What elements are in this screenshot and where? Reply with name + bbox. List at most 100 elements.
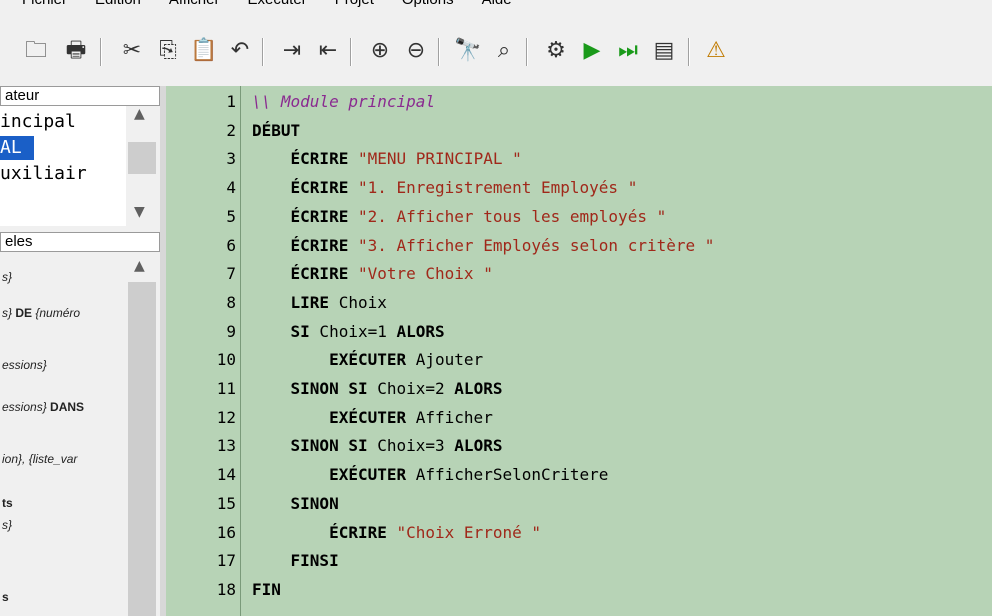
- template-list-scrollbar[interactable]: ▲: [126, 252, 158, 616]
- menu-item-5[interactable]: Options: [402, 0, 454, 8]
- paste-icon[interactable]: 📋: [190, 37, 218, 65]
- code-line[interactable]: 13 SINON SI Choix=3 ALORS: [166, 432, 992, 459]
- scroll-thumb[interactable]: [128, 282, 156, 616]
- token-id: [252, 379, 291, 398]
- menu-item-1[interactable]: Édition: [95, 0, 141, 8]
- list1-header: ateur: [0, 86, 160, 106]
- menu-item-0[interactable]: Fichier: [22, 0, 67, 8]
- module-list-item[interactable]: AL: [0, 136, 34, 160]
- line-number: 17: [216, 551, 236, 571]
- code-line[interactable]: 9 SI Choix=1 ALORS: [166, 318, 992, 345]
- scroll-thumb[interactable]: [128, 142, 156, 174]
- code-line[interactable]: 4 ÉCRIRE "1. Enregistrement Employés ": [166, 174, 992, 201]
- step-icon[interactable]: ⏭: [614, 37, 642, 65]
- code-text: SINON: [252, 490, 339, 517]
- token-id: Choix=3: [367, 436, 455, 456]
- token-id: [348, 236, 358, 255]
- template-list-item[interactable]: s}: [2, 270, 12, 284]
- code-text: \\ Module principal: [252, 88, 435, 115]
- menu-item-6[interactable]: Aide: [482, 0, 512, 8]
- code-text: SINON SI Choix=2 ALORS: [252, 375, 503, 402]
- cut-icon[interactable]: ✂: [118, 37, 146, 65]
- module-list-scrollbar[interactable]: ▲ ▼: [126, 106, 158, 226]
- line-number: 7: [226, 264, 236, 284]
- code-editor[interactable]: 1 \\ Module principal 2 DÉBUT 3 ÉCRIRE "MENU…: [166, 86, 992, 616]
- code-line[interactable]: 7 ÉCRIRE "Votre Choix ": [166, 260, 992, 287]
- outdent-icon[interactable]: ⇤: [314, 37, 342, 65]
- module-list[interactable]: incipal AL uxiliair: [0, 106, 126, 226]
- line-number: 4: [226, 178, 236, 198]
- template-list-item[interactable]: s: [2, 590, 9, 604]
- code-line[interactable]: 17 FINSI: [166, 547, 992, 574]
- code-line[interactable]: 10 EXÉCUTER Ajouter: [166, 346, 992, 373]
- code-line[interactable]: 8 LIRE Choix: [166, 289, 992, 316]
- template-keyword: DE: [15, 306, 33, 320]
- code-line[interactable]: 6 ÉCRIRE "3. Afficher Employés selon cri…: [166, 232, 992, 259]
- open-folder-icon[interactable]: 🗀: [22, 37, 50, 65]
- run-icon[interactable]: ▶: [578, 37, 606, 65]
- menu-item-4[interactable]: Projet: [335, 0, 374, 8]
- print-icon[interactable]: 🖶: [62, 37, 90, 65]
- code-text: ÉCRIRE "Votre Choix ": [252, 260, 493, 287]
- token-id: [252, 322, 291, 341]
- module-list-item[interactable]: uxiliair: [0, 162, 87, 186]
- code-text: FINSI: [252, 547, 339, 574]
- code-line[interactable]: 11 SINON SI Choix=2 ALORS: [166, 375, 992, 402]
- line-number: 6: [226, 235, 236, 255]
- scroll-down-icon[interactable]: ▼: [134, 204, 145, 220]
- code-text: EXÉCUTER Ajouter: [252, 346, 483, 373]
- toolbar-separator: [100, 38, 102, 66]
- template-list-item[interactable]: s} DE {numéro: [2, 306, 80, 320]
- token-cmt: \\ Module principal: [252, 92, 436, 111]
- toolbar-separator: [262, 38, 264, 66]
- template-text: essions}: [2, 400, 51, 414]
- template-list-item[interactable]: essions}: [2, 358, 47, 372]
- template-list[interactable]: s} s} DE {numéro essions} essions} DANS ion}…: [0, 252, 126, 616]
- token-str: "1. Enregistrement Employés ": [357, 178, 638, 198]
- template-list-item[interactable]: essions} DANS: [2, 400, 84, 414]
- indent-icon[interactable]: ⇥: [278, 37, 306, 65]
- code-line[interactable]: 5 ÉCRIRE "2. Afficher tous les employés …: [166, 203, 992, 230]
- token-kw: ALORS: [454, 379, 503, 398]
- compile-icon[interactable]: ⚙: [542, 37, 570, 65]
- replace-icon[interactable]: ⌕: [490, 37, 518, 65]
- template-text: s}: [2, 306, 16, 320]
- template-list-item[interactable]: ion}, {liste_var: [2, 452, 77, 466]
- token-id: [252, 149, 291, 168]
- menu-item-3[interactable]: Exécuter: [247, 0, 306, 8]
- code-text: ÉCRIRE "Choix Erroné ": [252, 519, 541, 546]
- token-kw: EXÉCUTER: [329, 407, 407, 427]
- menu-item-2[interactable]: Afficher: [169, 0, 220, 8]
- module-list-item[interactable]: incipal: [0, 110, 76, 134]
- code-line[interactable]: 16 ÉCRIRE "Choix Erroné ": [166, 519, 992, 546]
- find-icon[interactable]: 🔭: [454, 37, 482, 65]
- help-icon[interactable]: ⚠: [702, 37, 730, 65]
- token-kw: SINON: [290, 493, 339, 513]
- toolbar-separator: [526, 38, 528, 66]
- code-line[interactable]: 3 ÉCRIRE "MENU PRINCIPAL ": [166, 145, 992, 172]
- template-list-item[interactable]: s}: [2, 518, 12, 532]
- code-line[interactable]: 14 EXÉCUTER AfficherSelonCritere: [166, 461, 992, 488]
- undo-icon[interactable]: ↶: [226, 37, 254, 65]
- token-kw: ÉCRIRE: [290, 235, 349, 255]
- zoom-in-icon[interactable]: ⊕: [366, 37, 394, 65]
- token-kw: SINON SI: [290, 436, 368, 456]
- scroll-up-icon[interactable]: ▲: [134, 106, 145, 122]
- code-line[interactable]: 18 FIN: [166, 576, 992, 603]
- code-text: EXÉCUTER Afficher: [252, 404, 493, 431]
- code-text: FIN: [252, 576, 281, 603]
- template-list-item[interactable]: ts: [2, 496, 13, 510]
- copy-icon[interactable]: ⎘: [154, 37, 182, 65]
- code-line[interactable]: 15 SINON: [166, 490, 992, 517]
- code-line[interactable]: 1 \\ Module principal: [166, 88, 992, 115]
- token-id: [252, 293, 291, 312]
- output-icon[interactable]: ▤: [650, 37, 678, 65]
- zoom-out-icon[interactable]: ⊖: [402, 37, 430, 65]
- code-line[interactable]: 2 DÉBUT: [166, 117, 992, 144]
- code-line[interactable]: 12 EXÉCUTER Afficher: [166, 404, 992, 431]
- token-kw: EXÉCUTER: [329, 350, 407, 370]
- line-number: 13: [216, 436, 236, 456]
- token-str: "Choix Erroné ": [396, 522, 542, 542]
- token-kw: ÉCRIRE: [290, 149, 349, 169]
- scroll-up-icon[interactable]: ▲: [134, 258, 145, 274]
